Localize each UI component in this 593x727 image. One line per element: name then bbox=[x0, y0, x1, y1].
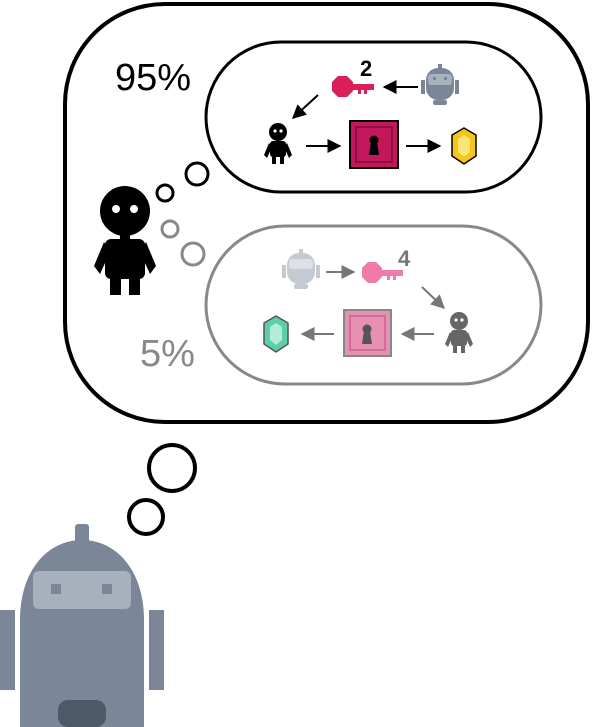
locked-box-icon-high bbox=[349, 120, 399, 169]
gem-icon-low bbox=[263, 315, 289, 353]
key-count-high: 2 bbox=[360, 56, 372, 81]
scenario-low-bubble bbox=[204, 224, 543, 386]
gem-icon-high bbox=[451, 127, 477, 165]
scenario-high-probability: 95% bbox=[115, 57, 191, 99]
robot-thought-circles bbox=[127, 443, 197, 536]
scenario-low-probability: 5% bbox=[140, 333, 195, 375]
robot-icon bbox=[0, 524, 164, 727]
scenario-high-bubble bbox=[204, 40, 543, 194]
locked-box-icon-low bbox=[343, 309, 392, 357]
key-count-low: 4 bbox=[398, 246, 411, 271]
theory-of-mind-diagram: 95% 5% 2 4 bbox=[0, 2, 590, 727]
